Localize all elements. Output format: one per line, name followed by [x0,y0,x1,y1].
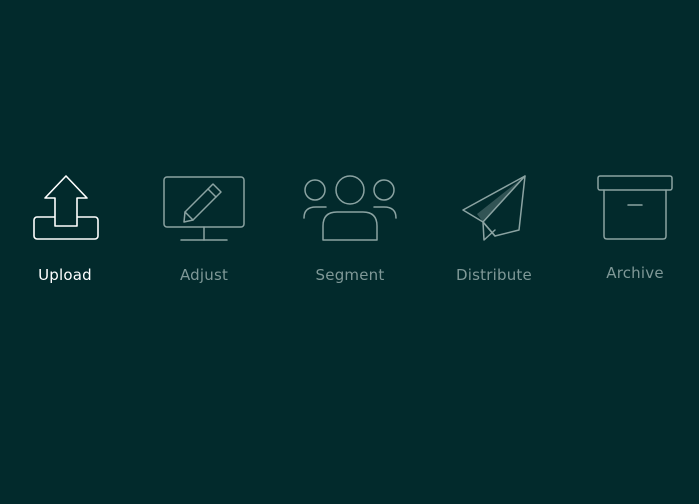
users-group-icon [303,175,397,241]
step-label-archive: Archive [606,264,664,282]
step-segment[interactable]: Segment [295,170,405,290]
archive-box-icon [597,175,673,240]
step-label-upload: Upload [38,266,92,284]
upload-icon [33,175,99,240]
step-label-segment: Segment [315,266,385,284]
step-label-distribute: Distribute [456,266,532,284]
step-distribute[interactable]: Distribute [439,170,549,290]
monitor-pencil-icon [163,176,245,241]
step-adjust[interactable]: Adjust [149,170,259,290]
workflow-steps-panel: Upload Adjust Segment Distribute Archive [0,0,699,504]
paper-plane-icon [462,175,526,241]
step-archive[interactable]: Archive [580,170,690,290]
step-label-adjust: Adjust [179,266,229,284]
step-upload[interactable]: Upload [10,170,120,290]
